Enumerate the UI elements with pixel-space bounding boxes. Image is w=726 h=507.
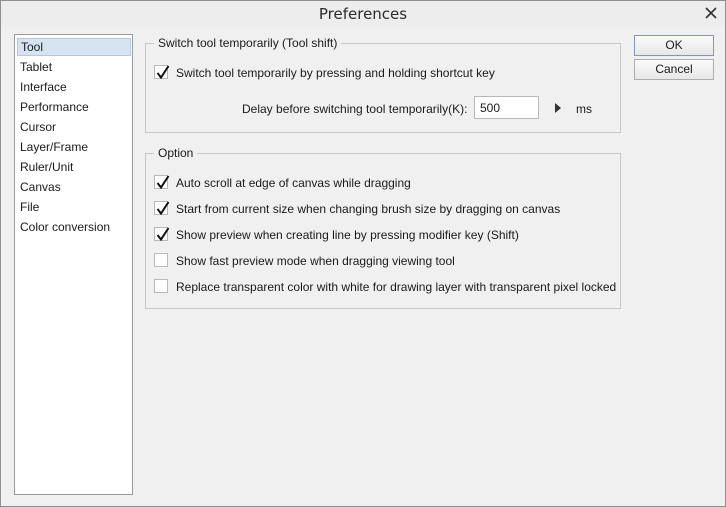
sidebar-item-file[interactable]: File: [17, 198, 131, 216]
sidebar-item-cursor[interactable]: Cursor: [17, 118, 131, 136]
dialog-body: Tool Tablet Interface Performance Cursor…: [1, 27, 725, 506]
replace-transparent-label: Replace transparent color with white for…: [176, 280, 617, 294]
auto-scroll-checkbox[interactable]: [154, 175, 170, 190]
sidebar-item-ruler-unit[interactable]: Ruler/Unit: [17, 158, 131, 176]
window-title: Preferences: [318, 5, 408, 23]
sidebar-item-performance[interactable]: Performance: [17, 98, 131, 116]
tool-shift-group-title: Switch tool temporarily (Tool shift): [154, 36, 342, 50]
checkmark-icon: [156, 201, 170, 216]
brush-size-checkbox[interactable]: [154, 201, 170, 216]
preferences-window: Preferences Tool Tablet Interface Perfor…: [0, 0, 726, 507]
fast-preview-label: Show fast preview mode when dragging vie…: [176, 254, 455, 268]
line-preview-checkbox[interactable]: [154, 227, 170, 242]
tool-shift-group: Switch tool temporarily (Tool shift) Swi…: [145, 36, 621, 133]
delay-input[interactable]: [474, 96, 539, 119]
delay-unit: ms: [576, 102, 592, 116]
switch-tool-label: Switch tool temporarily by pressing and …: [176, 66, 495, 80]
cancel-button[interactable]: Cancel: [634, 59, 714, 80]
checkmark-icon: [156, 175, 170, 190]
close-button[interactable]: [703, 5, 719, 21]
option-group-title: Option: [154, 146, 198, 160]
switch-tool-checkbox[interactable]: [154, 65, 170, 80]
replace-transparent-checkbox[interactable]: [154, 279, 168, 293]
category-list[interactable]: Tool Tablet Interface Performance Cursor…: [14, 34, 133, 495]
delay-label: Delay before switching tool temporarily(…: [242, 102, 468, 116]
sidebar-item-layer-frame[interactable]: Layer/Frame: [17, 138, 131, 156]
ok-button[interactable]: OK: [634, 35, 714, 56]
triangle-right-icon[interactable]: [554, 103, 562, 113]
sidebar-item-interface[interactable]: Interface: [17, 78, 131, 96]
sidebar-item-tool[interactable]: Tool: [17, 38, 131, 56]
auto-scroll-label: Auto scroll at edge of canvas while drag…: [176, 176, 411, 190]
close-icon: [705, 7, 717, 19]
sidebar-item-color-conversion[interactable]: Color conversion: [17, 218, 131, 236]
checkmark-icon: [156, 227, 170, 242]
brush-size-label: Start from current size when changing br…: [176, 202, 561, 216]
sidebar-item-canvas[interactable]: Canvas: [17, 178, 131, 196]
fast-preview-checkbox[interactable]: [154, 253, 168, 267]
checkmark-icon: [156, 65, 170, 80]
sidebar-item-tablet[interactable]: Tablet: [17, 58, 131, 76]
line-preview-label: Show preview when creating line by press…: [176, 228, 519, 242]
option-group: Option Auto scroll at edge of canvas whi…: [145, 146, 621, 309]
title-bar: Preferences: [1, 1, 725, 27]
